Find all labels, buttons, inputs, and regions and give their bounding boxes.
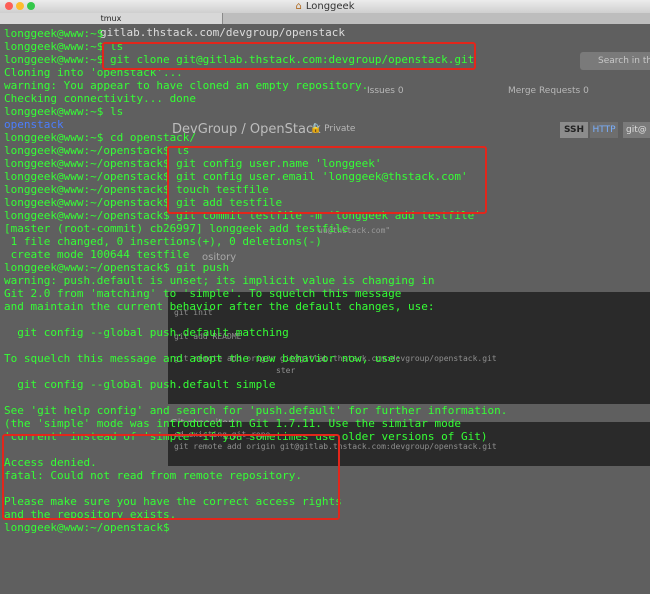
highlight-clone-commands	[102, 42, 476, 70]
terminal-line: warning: You appear to have cloned an em…	[4, 79, 369, 92]
terminal-line: longgeek@www:~/openstack$	[4, 521, 177, 534]
window-title-text: Longgeek	[305, 1, 355, 12]
terminal-line: git config --global push.default simple	[4, 378, 276, 391]
terminal-line: longgeek@www:~/openstack$ git push	[4, 261, 230, 274]
terminal-line: To squelch this message and adopt the ne…	[4, 352, 402, 365]
terminal-line: (the 'simple' mode was introduced in Git…	[4, 417, 461, 430]
terminal-line: longgeek@www:~/openstack$ ls	[4, 144, 190, 157]
tab-tmux[interactable]: tmux	[0, 13, 223, 24]
terminal-line: create mode 100644 testfile	[4, 248, 190, 261]
highlight-error-output	[2, 434, 340, 520]
highlight-git-commands	[167, 146, 487, 214]
terminal-line: warning: push.default is unset; its impl…	[4, 274, 435, 287]
terminal-line: git config --global push.default matchin…	[4, 326, 289, 339]
window-title: ⌂ Longgeek	[0, 0, 650, 13]
terminal-line: longgeek@www:~$ ls	[4, 105, 124, 118]
home-icon: ⌂	[295, 1, 302, 12]
terminal-line: openstack	[4, 118, 64, 131]
terminal-line: Git 2.0 from 'matching' to 'simple'. To …	[4, 287, 402, 300]
window-titlebar: ⌂ Longgeek	[0, 0, 650, 14]
terminal-line: longgeek@www:~$ cd openstack/	[4, 131, 197, 144]
terminal-line: longgeek@www:~$	[4, 27, 110, 40]
terminal-line: [master (root-commit) cb26997] longgeek …	[4, 222, 349, 235]
terminal-line: and maintain the current behavior after …	[4, 300, 435, 313]
terminal-line: See 'git help config' and search for 'pu…	[4, 404, 508, 417]
terminal-line: 1 file changed, 0 insertions(+), 0 delet…	[4, 235, 322, 248]
terminal-line: Checking connectivity... done	[4, 92, 197, 105]
